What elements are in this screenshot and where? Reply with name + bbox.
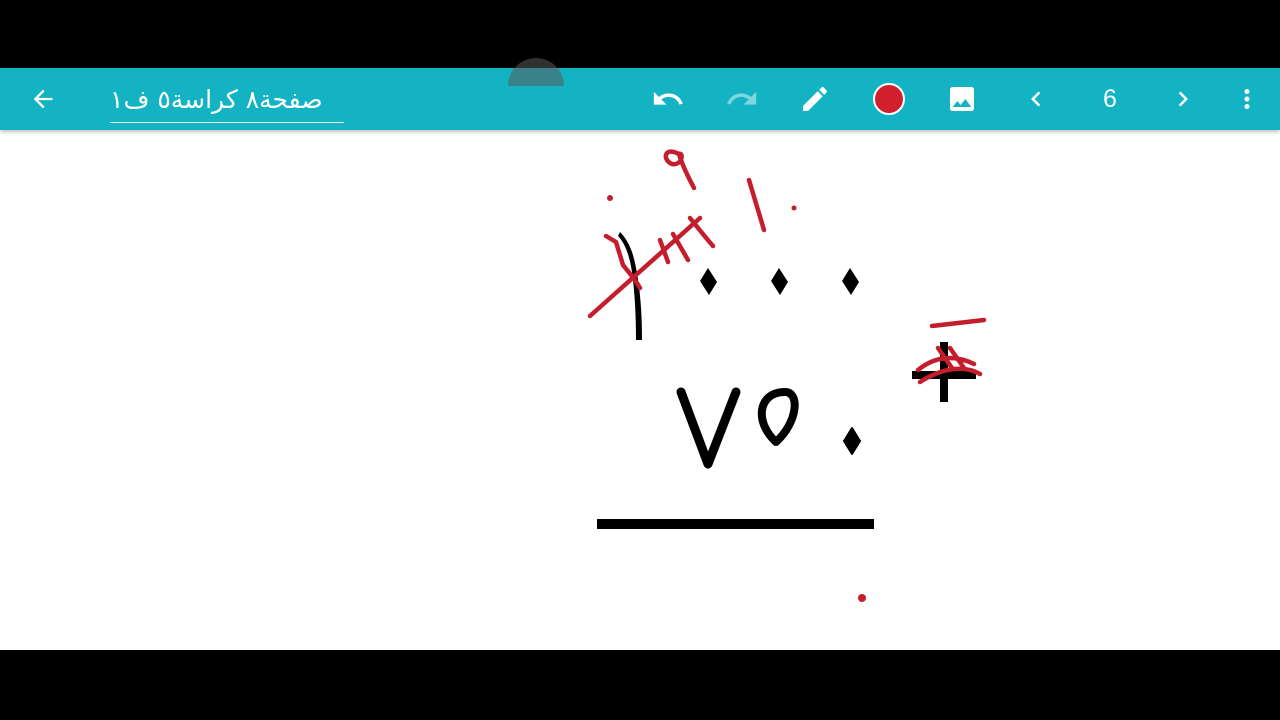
pencil-tool-button[interactable]: [787, 68, 843, 130]
second-number-digit-five: [757, 388, 799, 446]
navigation-area: [0, 650, 1280, 720]
page-indicator: 6: [1082, 68, 1138, 130]
more-vert-icon: [1244, 89, 1250, 109]
handwritten-annotations: [587, 149, 987, 385]
carry-nine-mark: [663, 149, 697, 191]
chevron-left-icon: [1031, 91, 1041, 107]
more-options-button[interactable]: [1219, 68, 1275, 130]
page-number: 6: [1103, 84, 1117, 113]
pencil-icon: [803, 86, 828, 111]
sum-line: [597, 519, 874, 529]
top-number: [618, 232, 859, 340]
undo-button[interactable]: [640, 68, 696, 130]
second-number-digit-zero: [843, 427, 861, 455]
canvas-drawing: [587, 149, 987, 602]
carry-one-mark: [746, 177, 767, 233]
drawing-canvas[interactable]: [0, 130, 1280, 650]
next-page-button[interactable]: [1155, 68, 1211, 130]
previous-page-button[interactable]: [1008, 68, 1064, 130]
color-picker-button[interactable]: [861, 68, 917, 130]
document-title-field[interactable]: صفحة٨ كراسة٥ ف١: [110, 76, 344, 123]
undo-icon: [653, 91, 683, 105]
crossed-digit-scribble: [603, 231, 691, 291]
redo-button[interactable]: [714, 68, 770, 130]
back-arrow-icon: [33, 89, 53, 109]
strike-through-stroke: [587, 215, 703, 319]
second-number: [676, 387, 861, 469]
top-number-digit-zero-3: [842, 268, 859, 295]
back-button[interactable]: [15, 68, 71, 130]
ink-dot: [791, 205, 797, 211]
image-icon: [950, 87, 974, 111]
second-number-digit-seven: [676, 387, 741, 469]
carry-zero-scribble: [687, 215, 716, 249]
top-number-digit-zero-2: [771, 268, 788, 295]
ink-dot: [607, 195, 613, 201]
status-area: [0, 0, 1280, 68]
chevron-right-icon: [1178, 91, 1188, 107]
top-number-digit-zero-1: [700, 268, 717, 295]
ink-dot: [858, 594, 866, 602]
redo-icon: [727, 91, 757, 105]
color-swatch: [873, 83, 905, 115]
insert-image-button[interactable]: [934, 68, 990, 130]
app-toolbar: صفحة٨ كراسة٥ ف١ 6: [0, 68, 1280, 130]
document-title: صفحة٨ كراسة٥ ف١: [110, 84, 323, 114]
